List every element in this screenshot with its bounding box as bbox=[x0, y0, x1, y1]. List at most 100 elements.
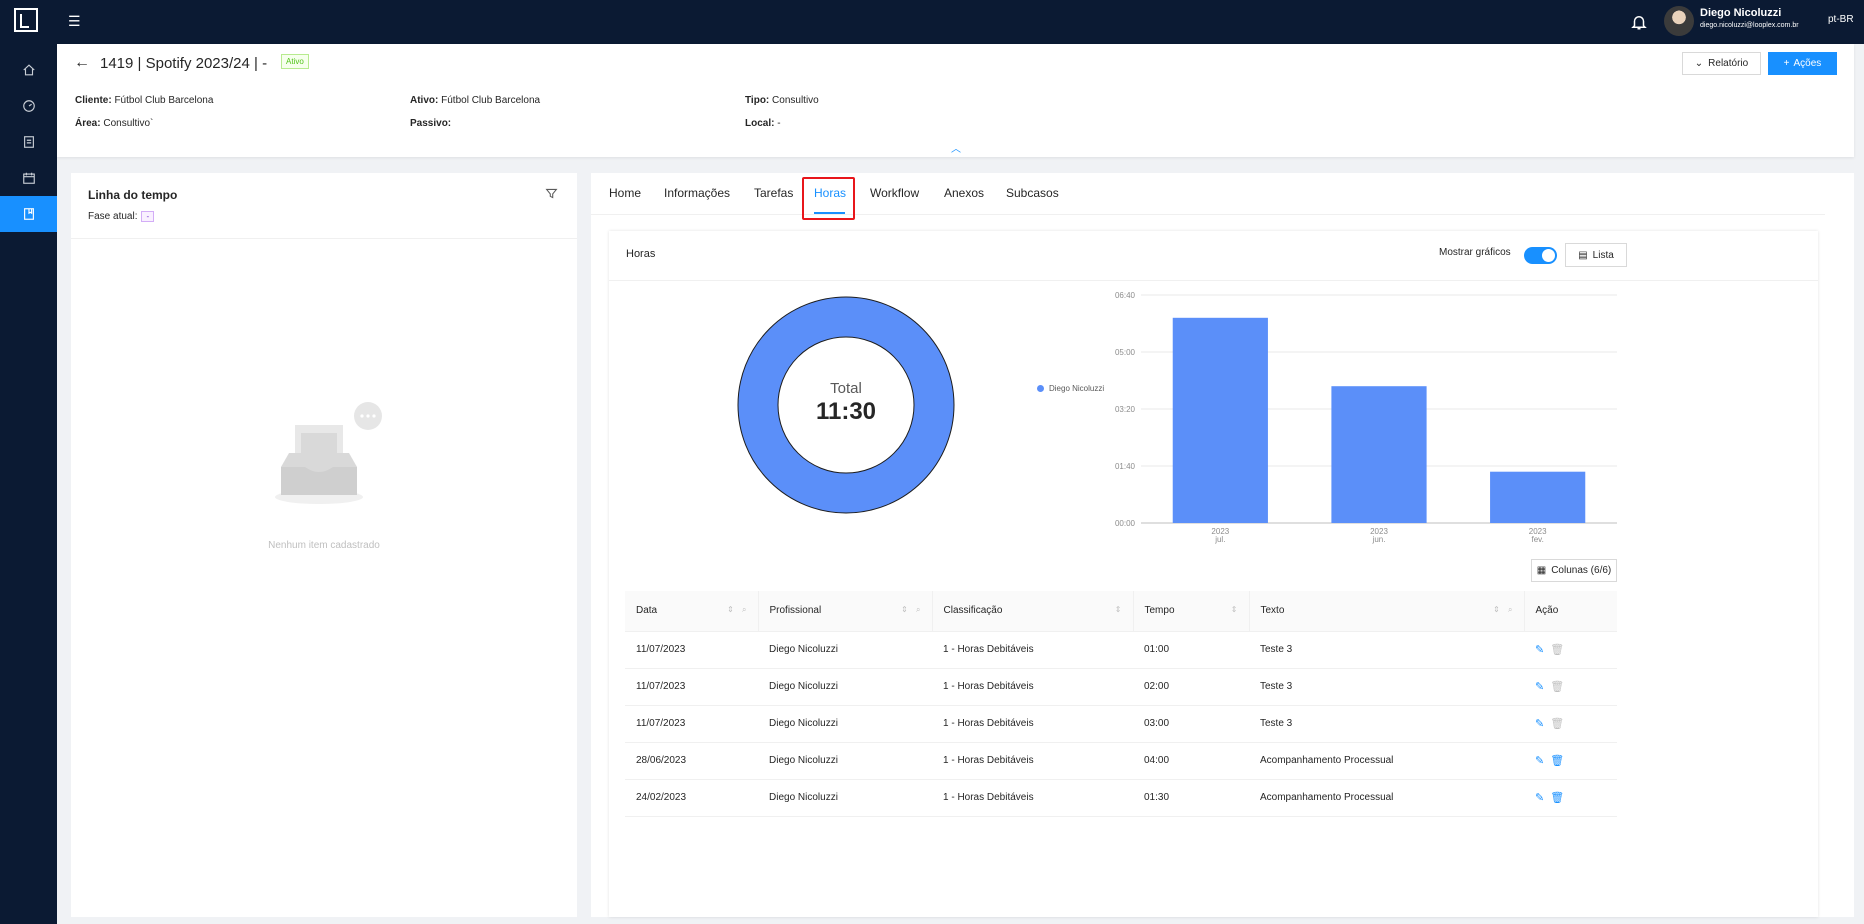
info-area: Área: Consultivo` bbox=[75, 118, 154, 129]
tab-bar: Home Informações Tarefas Horas Workflow … bbox=[591, 173, 1825, 215]
delete-icon: 🗑︎ bbox=[1550, 644, 1565, 656]
top-bar: ☰ Diego Nicoluzzi diego.nicoluzzi@loople… bbox=[0, 0, 1864, 44]
edit-icon[interactable]: ✎ bbox=[1535, 792, 1544, 804]
cell-tempo: 04:00 bbox=[1133, 742, 1249, 780]
donut-total-label: Total bbox=[830, 380, 862, 397]
table-row: 11/07/2023 Diego Nicoluzzi 1 - Horas Debit… bbox=[625, 705, 1617, 743]
tab-informacoes[interactable]: Informações bbox=[664, 186, 730, 200]
calendar-icon bbox=[22, 172, 35, 184]
dashboard-icon bbox=[22, 100, 35, 112]
collapse-chevron-icon[interactable]: ︿ bbox=[951, 140, 961, 155]
tab-workflow[interactable]: Workflow bbox=[870, 186, 919, 200]
cell-acao: ✎ 🗑︎ bbox=[1524, 705, 1617, 743]
sidebar-item-cases[interactable] bbox=[0, 196, 57, 232]
edit-icon[interactable]: ✎ bbox=[1535, 755, 1544, 767]
sidebar-item-home[interactable] bbox=[0, 52, 57, 88]
y-tick-label: 03:20 bbox=[1115, 405, 1136, 414]
cell-tempo: 02:00 bbox=[1133, 668, 1249, 706]
sidebar-item-dashboard[interactable] bbox=[0, 88, 57, 124]
cell-profissional: Diego Nicoluzzi bbox=[758, 705, 932, 743]
cell-data: 28/06/2023 bbox=[625, 742, 758, 780]
mostrar-graficos-toggle[interactable] bbox=[1524, 247, 1557, 264]
divider bbox=[609, 280, 1818, 281]
x-tick-label: jul. bbox=[1214, 535, 1225, 544]
acoes-button[interactable]: + Ações bbox=[1768, 52, 1837, 75]
edit-icon[interactable]: ✎ bbox=[1535, 644, 1544, 656]
bell-icon[interactable] bbox=[1630, 12, 1648, 32]
home-icon bbox=[22, 64, 35, 76]
column-profissional[interactable]: Profissional ⇕ ⌕ bbox=[757, 591, 932, 632]
table-row: 24/02/2023 Diego Nicoluzzi 1 - Horas Debit… bbox=[625, 779, 1617, 817]
colunas-button[interactable]: ▦ Colunas (6/6) bbox=[1531, 559, 1617, 582]
menu-fold-icon[interactable]: ☰ bbox=[68, 13, 81, 30]
cell-data: 11/07/2023 bbox=[625, 705, 758, 743]
sort-search-icon[interactable]: ⇕ ⌕ bbox=[901, 605, 923, 615]
tab-home[interactable]: Home bbox=[609, 186, 641, 200]
cell-tempo: 01:00 bbox=[1133, 631, 1249, 669]
column-texto[interactable]: Texto ⇕ ⌕ bbox=[1248, 591, 1524, 632]
cell-classificacao: 1 - Horas Debitáveis bbox=[932, 668, 1133, 706]
cases-icon bbox=[23, 208, 34, 220]
sort-icon[interactable]: ⇕ bbox=[1115, 605, 1125, 614]
column-acao: Ação bbox=[1523, 591, 1617, 632]
cell-profissional: Diego Nicoluzzi bbox=[758, 668, 932, 706]
tab-tarefas[interactable]: Tarefas bbox=[754, 186, 793, 200]
sort-search-icon[interactable]: ⇕ ⌕ bbox=[1493, 605, 1515, 615]
donut-total-value: 11:30 bbox=[816, 398, 876, 425]
status-badge: Ativo bbox=[281, 54, 309, 69]
cell-data: 11/07/2023 bbox=[625, 668, 758, 706]
table-row: 28/06/2023 Diego Nicoluzzi 1 - Horas Debit… bbox=[625, 742, 1617, 780]
column-data[interactable]: Data ⇕ ⌕ bbox=[625, 591, 758, 632]
y-tick-label: 00:00 bbox=[1115, 519, 1136, 528]
legend-dot bbox=[1037, 385, 1044, 392]
relatorio-button[interactable]: ⌄ Relatório bbox=[1682, 52, 1761, 75]
chevron-down-icon: ⌄ bbox=[1694, 58, 1704, 69]
cell-texto: Teste 3 bbox=[1249, 631, 1524, 669]
acoes-label: Ações bbox=[1793, 58, 1822, 69]
highlight-box bbox=[802, 177, 855, 220]
sort-icon[interactable]: ⇕ bbox=[1231, 605, 1241, 614]
tab-anexos[interactable]: Anexos bbox=[944, 186, 984, 200]
plus-icon: + bbox=[1783, 58, 1790, 69]
lista-label: Lista bbox=[1592, 249, 1614, 261]
sidebar-item-documents[interactable] bbox=[0, 124, 57, 160]
bar[interactable] bbox=[1331, 386, 1427, 523]
y-tick-label: 05:00 bbox=[1115, 348, 1136, 357]
filter-icon[interactable] bbox=[545, 187, 558, 200]
tab-subcasos[interactable]: Subcasos bbox=[1006, 186, 1059, 200]
cell-tempo: 01:30 bbox=[1133, 779, 1249, 817]
legend-label: Diego Nicoluzzi bbox=[1049, 384, 1105, 393]
info-cliente: Cliente: Fútbol Club Barcelona bbox=[75, 95, 214, 106]
horas-card: Horas Mostrar gráficos ▤ Lista Total 11:… bbox=[609, 231, 1818, 917]
y-tick-label: 01:40 bbox=[1115, 462, 1136, 471]
sidebar-item-calendar[interactable] bbox=[0, 160, 57, 196]
avatar[interactable] bbox=[1664, 6, 1694, 36]
empty-inbox-illustration bbox=[275, 402, 382, 504]
user-name[interactable]: Diego Nicoluzzi bbox=[1700, 7, 1781, 19]
language-selector[interactable]: pt-BR bbox=[1828, 14, 1854, 25]
chart-legend[interactable]: Diego Nicoluzzi bbox=[1037, 384, 1104, 393]
timeline-title: Linha do tempo bbox=[88, 188, 178, 202]
cell-texto: Acompanhamento Processual bbox=[1249, 742, 1524, 780]
timeline-panel: Linha do tempo Fase atual: - Nenhum item … bbox=[71, 173, 577, 917]
cell-data: 11/07/2023 bbox=[625, 631, 758, 669]
back-arrow-icon[interactable]: ← bbox=[74, 54, 90, 72]
delete-icon[interactable]: 🗑︎ bbox=[1550, 792, 1564, 804]
x-tick-label: jun. bbox=[1372, 535, 1386, 544]
divider bbox=[71, 238, 577, 239]
lista-button[interactable]: ▤ Lista bbox=[1565, 243, 1627, 267]
app-logo[interactable] bbox=[14, 8, 38, 32]
cell-classificacao: 1 - Horas Debitáveis bbox=[932, 779, 1133, 817]
bar[interactable] bbox=[1172, 317, 1268, 523]
table-header-row: Data ⇕ ⌕ Profissional ⇕ ⌕ Classificação ⇕ T… bbox=[625, 591, 1617, 632]
cell-acao: ✎ 🗑︎ bbox=[1524, 742, 1617, 780]
sort-search-icon[interactable]: ⇕ ⌕ bbox=[727, 605, 749, 615]
column-tempo[interactable]: Tempo ⇕ bbox=[1132, 591, 1249, 632]
edit-icon[interactable]: ✎ bbox=[1535, 718, 1544, 730]
delete-icon[interactable]: 🗑︎ bbox=[1550, 755, 1564, 767]
bar[interactable] bbox=[1490, 471, 1586, 523]
column-classificacao[interactable]: Classificação ⇕ bbox=[931, 591, 1133, 632]
edit-icon[interactable]: ✎ bbox=[1535, 681, 1544, 693]
list-icon: ▤ bbox=[1578, 249, 1588, 261]
cell-classificacao: 1 - Horas Debitáveis bbox=[932, 742, 1133, 780]
